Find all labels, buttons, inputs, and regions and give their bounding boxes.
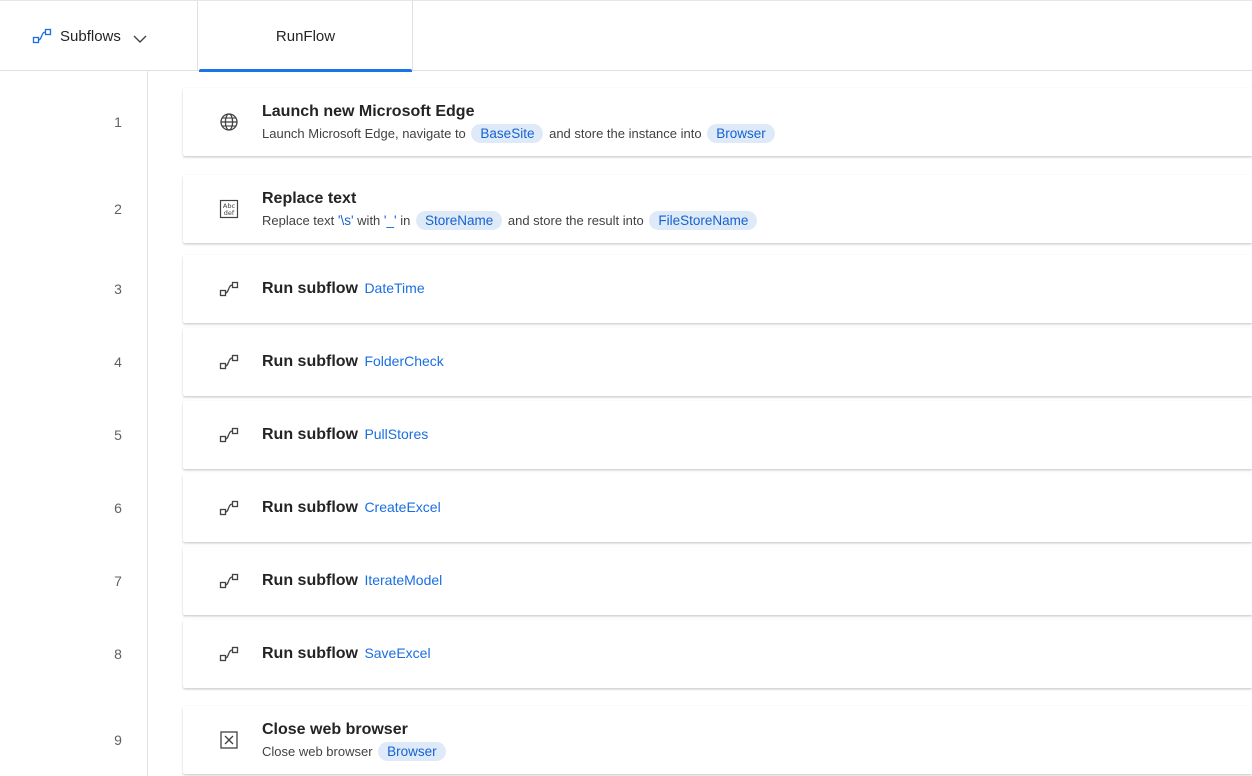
variable-chip[interactable]: FileStoreName [649, 211, 758, 230]
run-subflow-label: Run subflow [262, 499, 358, 516]
desc-text: and store the instance into [549, 126, 702, 141]
subflow-link[interactable]: IterateModel [364, 572, 442, 588]
globe-icon [219, 112, 239, 132]
subflow-icon [219, 279, 239, 299]
text-abc-icon: Abc def [219, 199, 239, 219]
desc-text: in [400, 213, 411, 228]
literal-value: '\s' [337, 213, 354, 228]
step-title: Run subflow PullStores [262, 424, 1242, 445]
tab-runflow-label: RunFlow [275, 27, 336, 45]
active-tab-indicator [199, 69, 412, 72]
run-subflow-label: Run subflow [262, 280, 358, 297]
step-row-8: 8 Run subflow SaveExcel [0, 620, 1252, 688]
subflow-link[interactable]: FolderCheck [364, 353, 443, 369]
step-row-1: 1 Launch new Microsoft Edge Launch Micro… [0, 88, 1252, 156]
subflow-icon [32, 27, 52, 45]
desc-text: and store the result into [507, 213, 644, 228]
subflow-icon [219, 425, 239, 445]
step-row-7: 7 Run subflow IterateModel [0, 547, 1252, 615]
desc-text: Launch Microsoft Edge, navigate to [262, 126, 466, 141]
step-title: Replace text [262, 190, 357, 207]
step-row-4: 4 Run subflow FolderCheck [0, 328, 1252, 396]
run-subflow-label: Run subflow [262, 426, 358, 443]
subflow-icon [219, 352, 239, 372]
subflow-link[interactable]: PullStores [364, 426, 428, 442]
chevron-down-icon [133, 31, 147, 43]
desc-text: Replace text [262, 213, 335, 228]
toolbar: Subflows RunFlow [0, 0, 1252, 72]
step-row-9: 9 Close web browser Close web browser Br… [0, 706, 1252, 774]
subflow-icon [219, 644, 239, 664]
step-title: Run subflow FolderCheck [262, 351, 1242, 372]
subflow-icon [219, 571, 239, 591]
literal-value: '_' [383, 213, 397, 228]
variable-chip[interactable]: BaseSite [471, 124, 544, 143]
step-title: Run subflow CreateExcel [262, 497, 1242, 518]
step-card-run-subflow[interactable]: Run subflow DateTime [183, 255, 1252, 323]
variable-chip[interactable]: StoreName [415, 211, 503, 230]
step-title: Close web browser [262, 721, 408, 738]
desc-text: Close web browser [262, 744, 373, 759]
step-row-5: 5 Run subflow PullStores [0, 401, 1252, 469]
step-title: Run subflow IterateModel [262, 570, 1242, 591]
subflow-link[interactable]: CreateExcel [364, 499, 440, 515]
step-row-3: 3 Run subflow DateTime [0, 255, 1252, 323]
step-card-launch-edge[interactable]: Launch new Microsoft Edge Launch Microso… [183, 88, 1252, 156]
variable-chip[interactable]: Browser [378, 742, 446, 761]
subflow-link[interactable]: DateTime [364, 280, 424, 296]
step-title: Run subflow SaveExcel [262, 643, 1242, 664]
step-card-replace-text[interactable]: Abc def Replace text Replace text '\s' w… [183, 175, 1252, 243]
desc-text: with [357, 213, 381, 228]
step-card-run-subflow[interactable]: Run subflow IterateModel [183, 547, 1252, 615]
step-description: Replace text '\s' with '_' in StoreName … [262, 211, 1242, 231]
step-title: Launch new Microsoft Edge [262, 103, 475, 120]
step-card-close-browser[interactable]: Close web browser Close web browser Brow… [183, 706, 1252, 774]
run-subflow-label: Run subflow [262, 645, 358, 662]
step-card-run-subflow[interactable]: Run subflow FolderCheck [183, 328, 1252, 396]
step-row-6: 6 Run subflow CreateExcel [0, 474, 1252, 542]
subflow-icon [219, 498, 239, 518]
close-box-icon [219, 730, 239, 750]
run-subflow-label: Run subflow [262, 353, 358, 370]
step-description: Launch Microsoft Edge, navigate to BaseS… [262, 124, 1242, 144]
subflows-label: Subflows [60, 27, 121, 45]
step-title: Run subflow DateTime [262, 278, 1242, 299]
step-row-2: 2 Abc def Replace text Replace text '\s'… [0, 175, 1252, 243]
subflows-dropdown-button[interactable]: Subflows [0, 1, 198, 71]
tab-runflow[interactable]: RunFlow [199, 1, 413, 72]
variable-chip[interactable]: Browser [707, 124, 775, 143]
step-description: Close web browser Browser [262, 742, 1242, 762]
step-card-run-subflow[interactable]: Run subflow SaveExcel [183, 620, 1252, 688]
step-card-run-subflow[interactable]: Run subflow PullStores [183, 401, 1252, 469]
step-card-run-subflow[interactable]: Run subflow CreateExcel [183, 474, 1252, 542]
subflow-link[interactable]: SaveExcel [364, 645, 430, 661]
svg-text:def: def [224, 209, 235, 217]
run-subflow-label: Run subflow [262, 572, 358, 589]
